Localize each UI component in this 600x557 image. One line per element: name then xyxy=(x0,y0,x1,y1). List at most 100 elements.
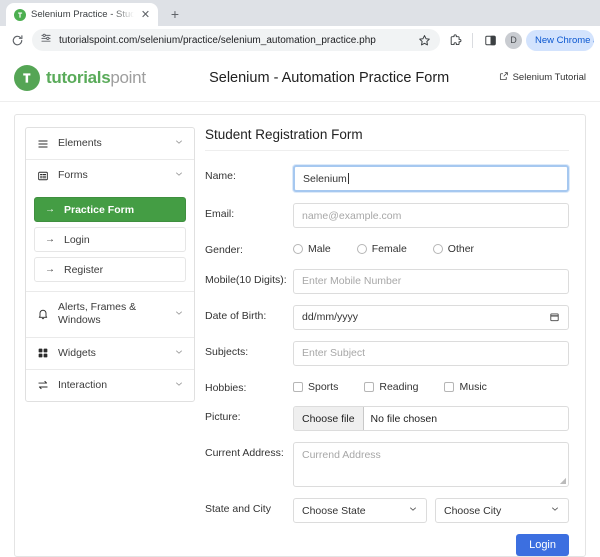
sidebar-sublabel: Practice Form xyxy=(64,204,134,216)
field-row-subjects: Subjects: Enter Subject xyxy=(205,341,569,366)
selenium-tutorial-label: Selenium Tutorial xyxy=(513,72,586,83)
gender-option-label: Other xyxy=(448,243,474,255)
profile-avatar[interactable]: D xyxy=(505,32,522,49)
toolbar-divider xyxy=(472,33,473,48)
name-label: Name: xyxy=(205,165,293,184)
nav-group-alerts: Alerts, Frames & Windows xyxy=(26,292,194,337)
dob-input-value: dd/mm/yyyy xyxy=(302,311,358,323)
logo-text: tutorialspoint xyxy=(46,68,146,88)
calendar-icon[interactable] xyxy=(549,312,560,323)
site-settings-icon[interactable] xyxy=(40,31,52,49)
hobby-option-music[interactable]: Music xyxy=(444,381,486,393)
subjects-label: Subjects: xyxy=(205,341,293,360)
registration-form: Student Registration Form Name: Selenium… xyxy=(205,127,575,556)
form-icon xyxy=(36,169,49,182)
browser-window: Selenium Practice - Student F ✕ + tutori… xyxy=(0,0,600,557)
field-row-name: Name: Selenium xyxy=(205,165,569,192)
sidebar-item-alerts-frames-windows[interactable]: Alerts, Frames & Windows xyxy=(26,292,194,336)
current-address-textarea[interactable]: Currend Address ◢ xyxy=(293,442,569,487)
gender-option-other[interactable]: Other xyxy=(433,243,474,255)
address-bar[interactable]: tutorialspoint.com/selenium/practice/sel… xyxy=(32,29,440,51)
hobbies-label: Hobbies: xyxy=(205,377,293,396)
arrow-right-icon: → xyxy=(45,264,55,275)
city-select-value: Choose City xyxy=(444,505,501,517)
sidebar-item-practice-form[interactable]: → Practice Form xyxy=(34,197,186,222)
field-row-email: Email: name@example.com xyxy=(205,203,569,228)
gender-option-female[interactable]: Female xyxy=(357,243,407,255)
content-area: Elements xyxy=(0,102,600,557)
gender-option-label: Male xyxy=(308,243,331,255)
close-icon[interactable]: ✕ xyxy=(139,8,152,21)
gender-option-male[interactable]: Male xyxy=(293,243,331,255)
reload-icon[interactable] xyxy=(6,29,28,51)
field-row-dob: Date of Birth: dd/mm/yyyy xyxy=(205,305,569,330)
field-row-address: Current Address: Currend Address ◢ xyxy=(205,442,569,487)
picture-file-input[interactable]: Choose file No file chosen xyxy=(293,406,569,431)
state-city-selects: Choose State Choose City xyxy=(293,498,569,523)
file-status-text: No file chosen xyxy=(364,413,438,425)
sidebar-item-forms[interactable]: Forms xyxy=(26,160,194,191)
gender-radio-group: Male Female Other xyxy=(293,239,569,255)
field-row-gender: Gender: Male Female xyxy=(205,239,569,258)
dob-input[interactable]: dd/mm/yyyy xyxy=(293,305,569,330)
site-logo[interactable]: tutorialspoint xyxy=(14,65,146,91)
submit-row: Login xyxy=(205,534,569,556)
sidebar-item-widgets[interactable]: Widgets xyxy=(26,338,194,369)
radio-icon[interactable] xyxy=(293,244,303,254)
tab-strip: Selenium Practice - Student F ✕ + xyxy=(0,0,600,26)
subjects-input[interactable]: Enter Subject xyxy=(293,341,569,366)
sidebar-item-elements[interactable]: Elements xyxy=(26,128,194,159)
chevron-down-icon xyxy=(174,347,184,360)
name-input[interactable]: Selenium xyxy=(293,165,569,192)
address-placeholder: Currend Address xyxy=(302,449,381,461)
grid-icon xyxy=(36,347,49,360)
sidebar-label: Alerts, Frames & Windows xyxy=(58,301,165,327)
sidebar-nav: Elements xyxy=(25,127,195,402)
arrow-right-icon: → xyxy=(45,204,55,215)
chevron-down-icon xyxy=(408,504,418,517)
radio-icon[interactable] xyxy=(357,244,367,254)
browser-tab[interactable]: Selenium Practice - Student F ✕ xyxy=(6,3,158,26)
bell-icon xyxy=(36,308,49,321)
login-button[interactable]: Login xyxy=(516,534,569,556)
nav-group-forms: Forms → Practice Form → xyxy=(26,160,194,292)
arrow-right-icon: → xyxy=(45,234,55,245)
sidebar-item-interaction[interactable]: Interaction xyxy=(26,370,194,401)
external-link-icon xyxy=(499,71,509,84)
dob-label: Date of Birth: xyxy=(205,305,293,324)
resize-handle-icon[interactable]: ◢ xyxy=(560,477,566,485)
checkbox-icon[interactable] xyxy=(293,382,303,392)
sidebar-label: Interaction xyxy=(58,379,165,392)
chrome-promo-pill[interactable]: New Chrome a xyxy=(526,30,594,51)
email-input[interactable]: name@example.com xyxy=(293,203,569,228)
hobby-option-reading[interactable]: Reading xyxy=(364,381,418,393)
radio-icon[interactable] xyxy=(433,244,443,254)
side-panel-icon[interactable] xyxy=(479,29,501,51)
tutorialspoint-favicon xyxy=(14,9,26,21)
text-caret xyxy=(348,173,349,184)
city-select[interactable]: Choose City xyxy=(435,498,569,523)
sidebar-item-login[interactable]: → Login xyxy=(34,227,186,252)
puzzle-icon[interactable] xyxy=(444,29,466,51)
star-icon[interactable] xyxy=(416,32,432,48)
field-row-mobile: Mobile(10 Digits): Enter Mobile Number xyxy=(205,269,569,294)
logo-text-secondary: point xyxy=(110,68,145,87)
selenium-tutorial-link[interactable]: Selenium Tutorial xyxy=(499,71,586,84)
new-tab-button[interactable]: + xyxy=(164,3,186,25)
choose-file-button[interactable]: Choose file xyxy=(294,407,364,430)
checkbox-icon[interactable] xyxy=(444,382,454,392)
nav-group-elements: Elements xyxy=(26,128,194,160)
picture-label: Picture: xyxy=(205,406,293,425)
mobile-input[interactable]: Enter Mobile Number xyxy=(293,269,569,294)
state-select[interactable]: Choose State xyxy=(293,498,427,523)
site-header: tutorialspoint Selenium - Automation Pra… xyxy=(0,54,600,102)
address-label: Current Address: xyxy=(205,442,293,461)
hobby-option-sports[interactable]: Sports xyxy=(293,381,338,393)
field-row-picture: Picture: Choose file No file chosen xyxy=(205,406,569,431)
checkbox-icon[interactable] xyxy=(364,382,374,392)
name-input-value: Selenium xyxy=(303,173,347,185)
hobby-option-label: Reading xyxy=(379,381,418,393)
chevron-down-icon xyxy=(550,504,560,517)
field-row-state-city: State and City Choose State xyxy=(205,498,569,523)
sidebar-item-register[interactable]: → Register xyxy=(34,257,186,282)
